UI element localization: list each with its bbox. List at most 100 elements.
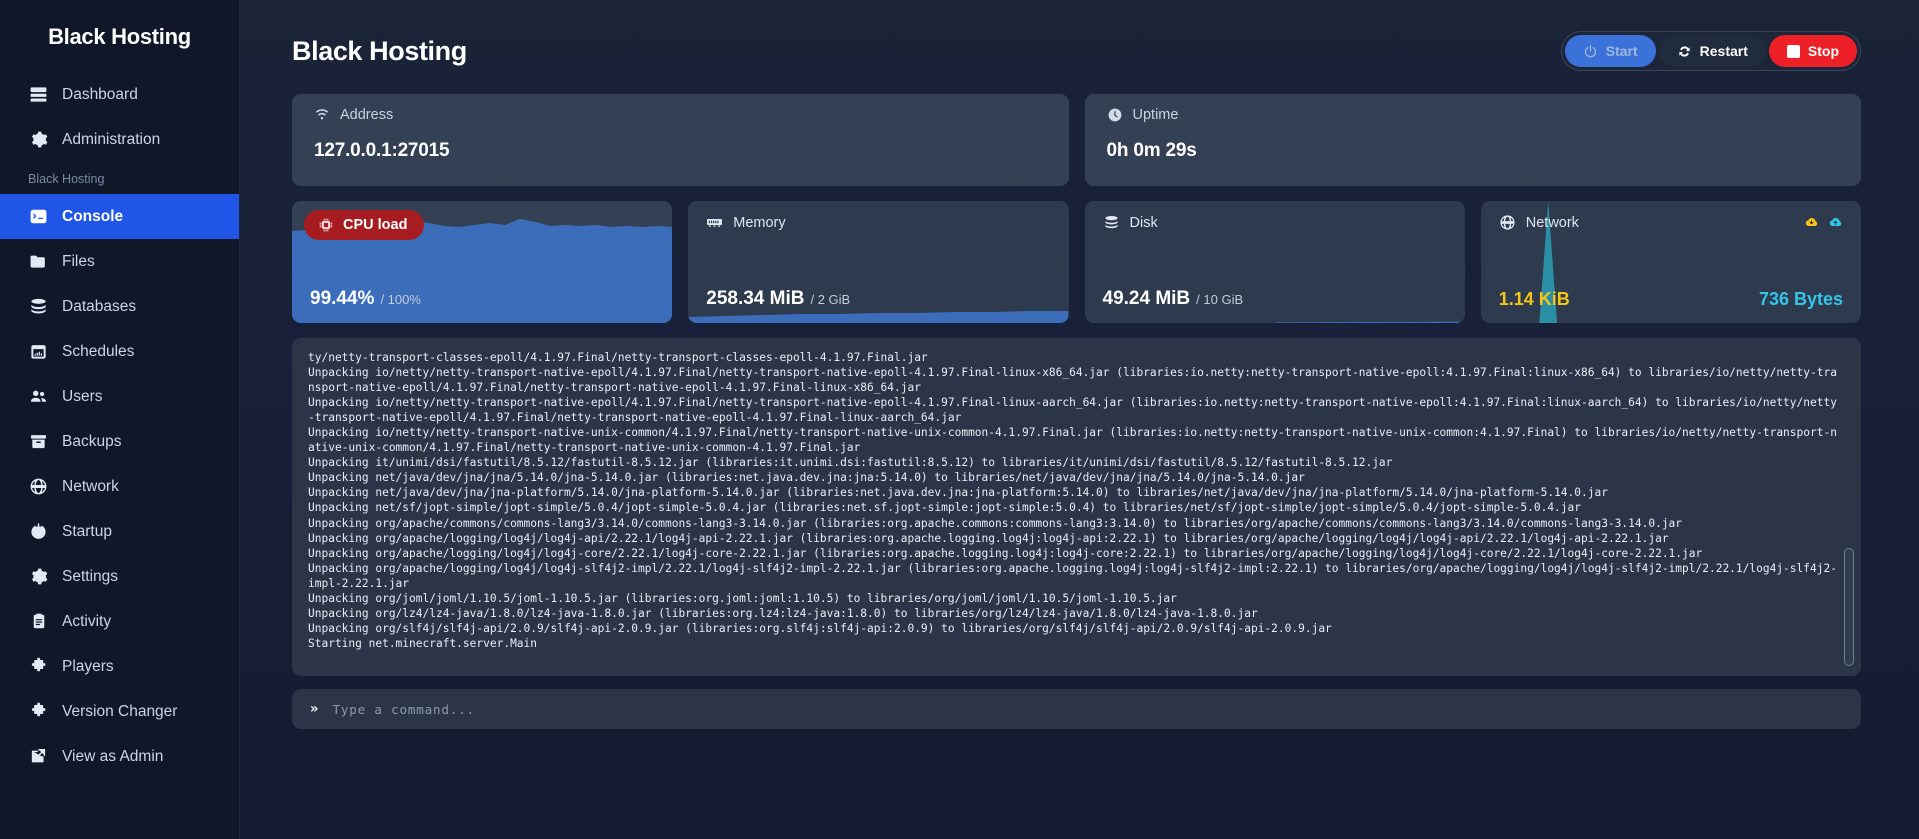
sidebar-item-label: Players (62, 657, 114, 675)
sidebar-item-label: Startup (62, 522, 112, 540)
console-log-text: ty/netty-transport-classes-epoll/4.1.97.… (308, 351, 1837, 650)
cpu-icon (319, 218, 333, 232)
topbar: Black Hosting Start Restart Stop (292, 26, 1861, 76)
memory-card: Memory 258.34 MiB / 2 GiB (688, 201, 1069, 323)
sidebar-item-label: Users (62, 387, 103, 405)
stop-button[interactable]: Stop (1768, 35, 1857, 67)
sidebar-item-label: View as Admin (62, 747, 164, 765)
disk-icon (1104, 215, 1118, 229)
puzzle-icon (28, 657, 48, 677)
memory-card-inner: Memory 258.34 MiB / 2 GiB (688, 201, 1068, 323)
memory-card-label: Memory (733, 214, 786, 231)
folder-icon (28, 252, 48, 272)
disk-label-group: Disk (1103, 214, 1158, 231)
network-card: Network 1.14 KiB 736 Bytes (1480, 201, 1861, 323)
sidebar-item-view-as-admin[interactable]: View as Admin (0, 734, 239, 779)
sidebar-item-activity[interactable]: Activity (0, 599, 239, 644)
network-card-header: Network (1499, 214, 1843, 231)
puzzle-icon (28, 702, 48, 722)
server-icon (28, 85, 48, 105)
cloud-download-icon (1805, 218, 1818, 227)
memory-card-header: Memory (706, 214, 1050, 231)
page-title: Black Hosting (292, 35, 467, 66)
network-direction-icons (1804, 215, 1843, 230)
memory-label-group: Memory (706, 214, 786, 231)
info-cards-row: Address 127.0.0.1:27015 Uptime 0h 0m 29s (292, 94, 1861, 186)
globe-icon (1500, 215, 1515, 230)
sidebar-brand: Black Hosting (48, 24, 191, 49)
sidebar-item-label: Activity (62, 612, 112, 630)
stop-button-label: Stop (1807, 43, 1839, 59)
external-link-icon (28, 747, 48, 767)
uptime-card-label: Uptime (1132, 107, 1179, 123)
memory-icon (707, 218, 723, 227)
sidebar-item-users[interactable]: Users (0, 374, 239, 419)
stop-square-icon (1786, 44, 1800, 58)
app-root: Black Hosting Dashboard Administration B… (0, 0, 1919, 839)
console-scrollbar[interactable] (1844, 548, 1854, 666)
restart-icon (1679, 45, 1690, 57)
sidebar-item-version-changer[interactable]: Version Changer (0, 689, 239, 734)
cpu-value-row: 99.44% / 100% (310, 288, 654, 323)
sidebar-section-label: Black Hosting (28, 172, 105, 186)
cpu-card-inner: CPU load 99.44% / 100% (292, 201, 672, 323)
network-values-row: 1.14 KiB 736 Bytes (1499, 289, 1843, 323)
network-label-group: Network (1499, 214, 1579, 231)
gear-icon (28, 567, 48, 587)
cpu-value: 99.44% (310, 288, 375, 309)
uptime-card-header: Uptime (1107, 107, 1842, 123)
sidebar-item-network[interactable]: Network (0, 464, 239, 509)
cpu-card: CPU load 99.44% / 100% (292, 201, 673, 323)
sidebar-item-label: Administration (62, 130, 161, 148)
disk-card: Disk 49.24 MiB / 10 GiB (1084, 201, 1465, 323)
cpu-limit: / 100% (380, 292, 421, 307)
disk-card-label: Disk (1129, 214, 1158, 231)
sidebar-item-label: Settings (62, 567, 119, 585)
sidebar-item-administration[interactable]: Administration (0, 117, 239, 162)
database-icon (28, 297, 48, 317)
terminal-icon (28, 207, 48, 227)
command-input[interactable] (332, 701, 1843, 717)
network-card-label: Network (1525, 214, 1579, 231)
sidebar-item-dashboard[interactable]: Dashboard (0, 72, 239, 117)
gear-icon (28, 130, 48, 150)
command-bar[interactable]: » (292, 689, 1861, 729)
address-card: Address 127.0.0.1:27015 (292, 94, 1069, 186)
clipboard-icon (28, 612, 48, 632)
disk-limit: / 10 GiB (1196, 292, 1244, 307)
sidebar-item-players[interactable]: Players (0, 644, 239, 689)
cpu-alert-badge: CPU load (304, 210, 425, 240)
sidebar-item-label: Network (62, 477, 119, 495)
network-download-value: 1.14 KiB (1498, 289, 1570, 309)
archive-icon (28, 432, 48, 452)
sidebar-item-label: Backups (62, 432, 122, 450)
sidebar-item-settings[interactable]: Settings (0, 554, 239, 599)
memory-limit: / 2 GiB (810, 292, 851, 307)
disk-value: 49.24 MiB (1102, 288, 1191, 309)
network-card-inner: Network 1.14 KiB 736 Bytes (1481, 201, 1861, 323)
restart-button[interactable]: Restart (1658, 35, 1766, 67)
sidebar-item-backups[interactable]: Backups (0, 419, 239, 464)
network-upload-value: 736 Bytes (1758, 289, 1843, 309)
cloud-upload-icon (1829, 218, 1842, 227)
sidebar-item-schedules[interactable]: Schedules (0, 329, 239, 374)
power-icon (28, 522, 48, 542)
globe-icon (28, 477, 48, 497)
memory-value-row: 258.34 MiB / 2 GiB (706, 288, 1050, 323)
console-output-panel: ty/netty-transport-classes-epoll/4.1.97.… (292, 338, 1861, 676)
disk-card-header: Disk (1103, 214, 1447, 231)
start-button[interactable]: Start (1564, 35, 1656, 67)
main-content: Black Hosting Start Restart Stop Address… (240, 0, 1919, 839)
sidebar-item-label: Databases (62, 297, 137, 315)
sidebar-item-console[interactable]: Console (0, 194, 239, 239)
power-actions-group: Start Restart Stop (1560, 31, 1861, 71)
disk-card-inner: Disk 49.24 MiB / 10 GiB (1085, 201, 1465, 323)
address-card-header: Address (314, 107, 1049, 123)
wifi-icon (315, 109, 329, 120)
sidebar-item-startup[interactable]: Startup (0, 509, 239, 554)
memory-value: 258.34 MiB (706, 288, 805, 309)
sidebar-item-files[interactable]: Files (0, 239, 239, 284)
address-value: 127.0.0.1:27015 (314, 140, 450, 161)
address-card-label: Address (340, 107, 394, 123)
sidebar-item-databases[interactable]: Databases (0, 284, 239, 329)
